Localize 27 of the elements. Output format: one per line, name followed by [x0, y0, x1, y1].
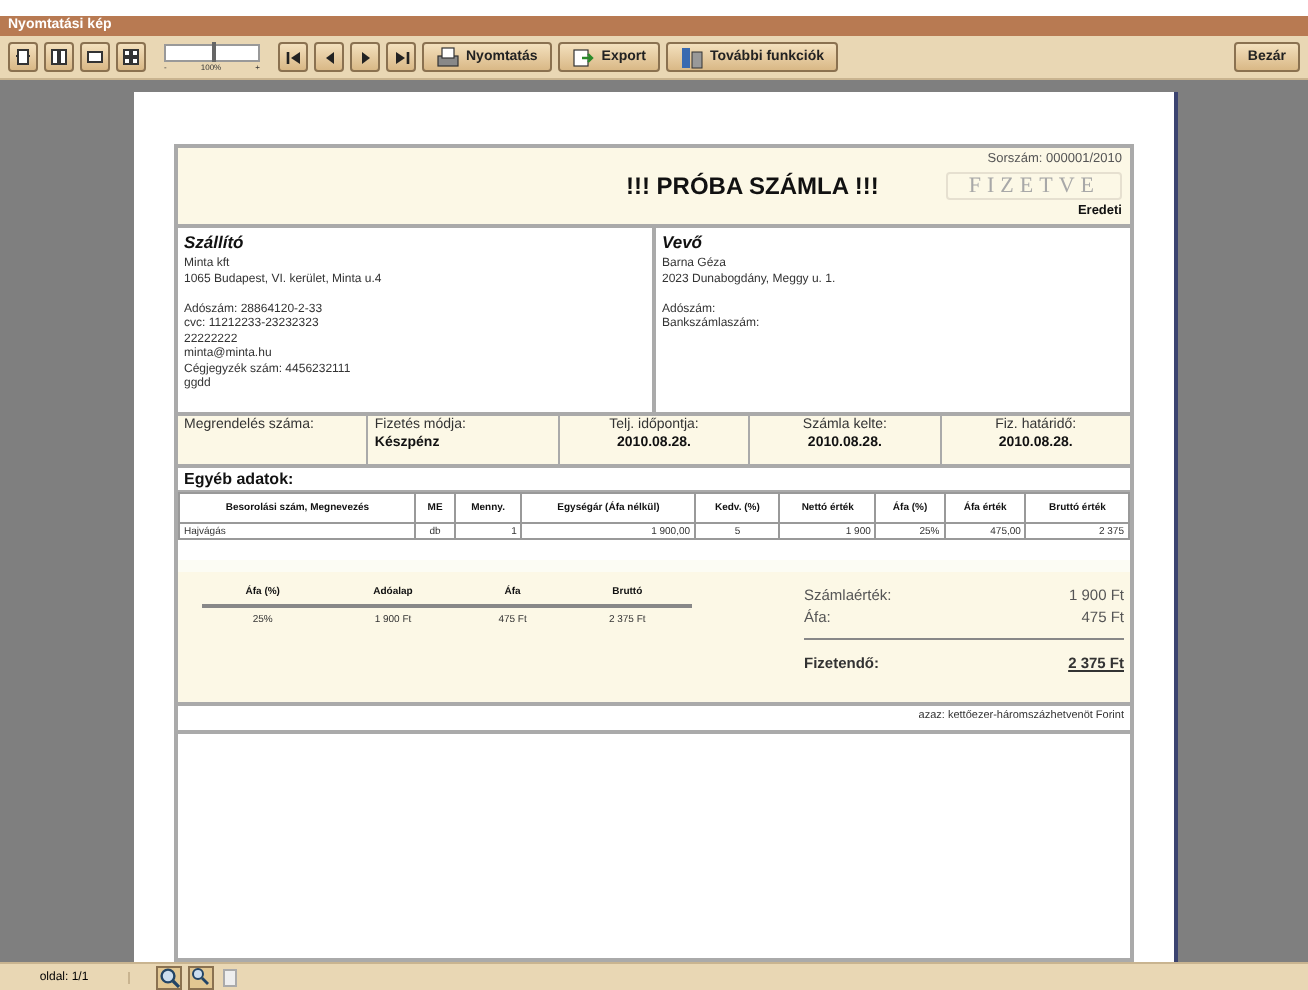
magnifier-icon [158, 966, 180, 988]
export-icon [571, 45, 596, 69]
page-view-icon [86, 48, 104, 66]
page-nav-button[interactable] [350, 42, 380, 72]
paid-stamp: FIZETVE [946, 172, 1122, 200]
zoom-button[interactable] [188, 965, 214, 989]
page-nav-button[interactable] [386, 42, 416, 72]
page-nav-button[interactable] [314, 42, 344, 72]
magnifier-icon [190, 966, 212, 988]
invoice-title: !!! PRÓBA SZÁMLA !!! [625, 172, 879, 200]
page-nav-button[interactable] [278, 42, 308, 72]
view-button[interactable] [8, 42, 38, 72]
skip-arrow-icon [283, 47, 303, 67]
page-view-icon [14, 48, 32, 66]
tools-icon [679, 45, 704, 69]
printer-icon [436, 45, 460, 69]
page-icon [220, 967, 240, 987]
page-view-icon [50, 48, 68, 66]
zoom-slider[interactable] [164, 43, 260, 61]
skip-arrow-icon [391, 47, 411, 67]
view-button[interactable] [44, 42, 74, 72]
party-heading: Szállító [184, 232, 246, 252]
page-view-icon [122, 48, 140, 66]
view-button[interactable] [116, 42, 146, 72]
zoom-button[interactable] [156, 965, 182, 989]
view-button[interactable] [80, 42, 110, 72]
party-heading: Vevő [662, 232, 705, 252]
